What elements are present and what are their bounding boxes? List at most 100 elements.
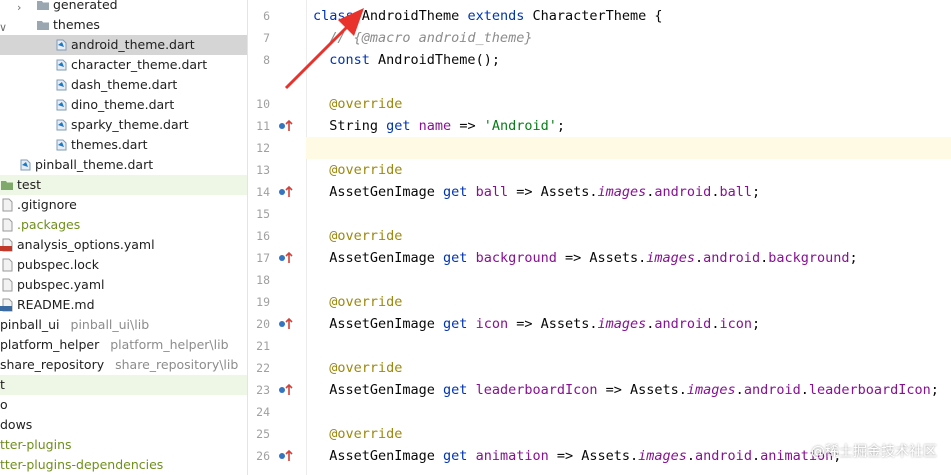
tree-item-13[interactable]: analysis_options.yaml <box>0 235 247 255</box>
code-line[interactable] <box>306 335 951 357</box>
dart-file-icon <box>54 95 68 115</box>
folder-icon <box>36 15 50 35</box>
tree-item-label: pubspec.yaml <box>17 277 105 292</box>
code-line[interactable]: // {@macro android_theme} <box>306 27 951 49</box>
tree-item-label: android_theme.dart <box>71 37 195 52</box>
code-token: AssetGenImage <box>313 316 444 332</box>
code-token: . <box>760 250 769 266</box>
tree-item-9[interactable]: pinball_theme.dart <box>0 155 247 175</box>
code-line[interactable]: @override <box>306 291 951 313</box>
tree-item-path-hint: share_repository\lib <box>115 357 239 372</box>
code-token: AssetGenImage <box>313 184 444 200</box>
code-token: get <box>386 118 419 134</box>
tree-item-label: tter-plugins-dependencies <box>0 457 164 472</box>
tree-item-19[interactable]: share_repository share_repository\lib <box>0 355 247 375</box>
code-line[interactable]: @override <box>306 93 951 115</box>
tree-item-23[interactable]: tter-plugins <box>0 435 247 455</box>
tree-item-15[interactable]: pubspec.yaml <box>0 275 247 295</box>
override-marker-icon[interactable] <box>277 313 295 335</box>
dart-file-icon <box>54 55 68 75</box>
tree-item-11[interactable]: .gitignore <box>0 195 247 215</box>
code-line[interactable]: @override <box>306 225 951 247</box>
code-token: get <box>443 448 476 464</box>
tree-item-label: t <box>0 377 5 392</box>
file-icon <box>0 215 14 235</box>
tree-item-label: tter-plugins <box>0 437 72 452</box>
line-number: 19 <box>256 295 270 309</box>
dart-file-icon <box>54 135 68 155</box>
code-token: String <box>313 118 387 134</box>
override-marker-icon[interactable] <box>277 445 295 467</box>
code-token: => Assets. <box>556 448 639 464</box>
code-line[interactable]: AssetGenImage get icon => Assets.images.… <box>306 313 951 335</box>
override-marker-icon[interactable] <box>277 379 295 401</box>
code-line[interactable]: AssetGenImage get leaderboardIcon => Ass… <box>306 379 951 401</box>
tree-item-12[interactable]: .packages <box>0 215 247 235</box>
code-token: 'Android' <box>483 118 557 134</box>
watermark-text: @稀土掘金技术社区 <box>811 444 937 460</box>
line-number: 24 <box>256 405 270 419</box>
code-line[interactable] <box>306 269 951 291</box>
tree-item-1[interactable]: › generated <box>0 0 247 15</box>
tree-item-7[interactable]: sparky_theme.dart <box>0 115 247 135</box>
tree-item-5[interactable]: dash_theme.dart <box>0 75 247 95</box>
tree-item-2[interactable]: ∨themes <box>0 15 247 35</box>
code-line[interactable] <box>306 71 951 93</box>
line-number: 7 <box>263 31 270 45</box>
dart-file-icon <box>54 35 68 55</box>
code-token: ; <box>751 316 761 332</box>
dart-file-icon <box>54 75 68 95</box>
file-icon <box>0 275 14 295</box>
tree-item-4[interactable]: character_theme.dart <box>0 55 247 75</box>
code-token: // {@macro android_theme} <box>313 30 533 46</box>
code-token: const <box>313 52 379 68</box>
code-line[interactable]: String get name => 'Android'; <box>306 115 951 137</box>
code-line[interactable]: AssetGenImage get background => Assets.i… <box>306 247 951 269</box>
line-number: 20 <box>256 317 270 331</box>
code-token: => <box>459 118 484 134</box>
tree-item-18[interactable]: platform_helper platform_helper\lib <box>0 335 247 355</box>
tree-item-24[interactable]: tter-plugins-dependencies <box>0 455 247 475</box>
override-marker-icon[interactable] <box>277 115 295 137</box>
code-editor[interactable]: class AndroidTheme extends CharacterThem… <box>306 0 951 475</box>
code-token: background <box>475 250 565 266</box>
override-marker-icon[interactable] <box>277 181 295 203</box>
code-token: . <box>800 382 809 398</box>
dart-file-icon <box>54 115 68 135</box>
tree-item-label: character_theme.dart <box>71 57 208 72</box>
line-number: 12 <box>256 141 270 155</box>
code-token: => Assets. <box>516 184 598 200</box>
code-line[interactable]: const AndroidTheme(); <box>306 49 951 71</box>
tree-item-17[interactable]: pinball_ui pinball_ui\lib <box>0 315 247 335</box>
code-token: AndroidTheme <box>361 8 468 24</box>
code-line[interactable] <box>306 137 951 159</box>
line-number: 21 <box>256 339 270 353</box>
tree-item-3[interactable]: android_theme.dart <box>0 35 247 55</box>
tree-item-6[interactable]: dino_theme.dart <box>0 95 247 115</box>
tree-item-label: o <box>0 397 8 412</box>
tree-item-label: analysis_options.yaml <box>17 237 155 252</box>
code-token: get <box>443 382 476 398</box>
code-token: ; <box>751 184 761 200</box>
line-number: 22 <box>256 361 270 375</box>
tree-item-path-hint: pinball_ui\lib <box>70 317 150 332</box>
code-line[interactable]: class AndroidTheme extends CharacterThem… <box>306 5 951 27</box>
line-number: 11 <box>256 119 270 133</box>
tree-item-10[interactable]: test <box>0 175 247 195</box>
tree-item-14[interactable]: pubspec.lock <box>0 255 247 275</box>
tree-item-22[interactable]: dows <box>0 415 247 435</box>
code-line[interactable]: AssetGenImage get ball => Assets.images.… <box>306 181 951 203</box>
override-marker-icon[interactable] <box>277 247 295 269</box>
code-line[interactable]: @override <box>306 159 951 181</box>
tree-item-16[interactable]: README.md <box>0 295 247 315</box>
tree-item-20[interactable]: t <box>0 375 247 395</box>
code-line[interactable] <box>306 203 951 225</box>
code-token: leaderboardIcon <box>808 382 931 398</box>
tree-item-8[interactable]: themes.dart <box>0 135 247 155</box>
code-line[interactable]: @override <box>306 357 951 379</box>
code-line[interactable] <box>306 401 951 423</box>
line-number: 16 <box>256 229 270 243</box>
tree-item-label: platform_helper <box>0 337 100 352</box>
tree-item-21[interactable]: o <box>0 395 247 415</box>
folder-icon <box>36 0 50 15</box>
